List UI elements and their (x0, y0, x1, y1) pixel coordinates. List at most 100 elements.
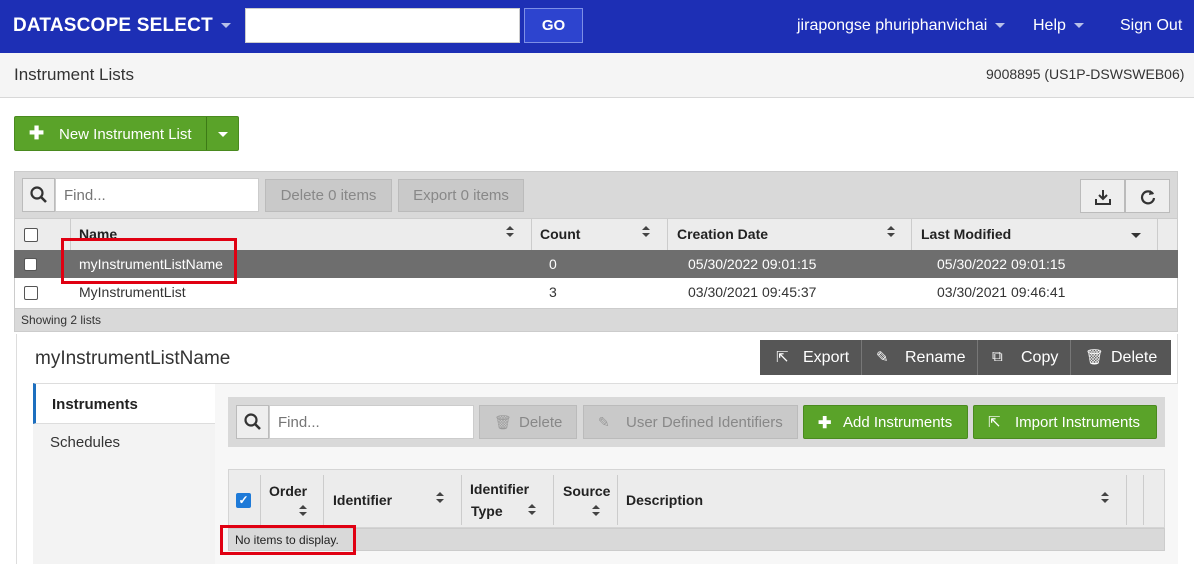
add-instruments-button[interactable]: ✚ Add Instruments (803, 405, 968, 439)
chevron-down-icon[interactable] (218, 132, 228, 137)
last-modified-cell: 05/30/2022 09:01:15 (937, 256, 1066, 272)
list-find-input[interactable] (55, 178, 259, 212)
empty-row (228, 528, 1165, 551)
help-label: Help (1033, 17, 1066, 34)
highlight-box (61, 238, 237, 284)
row-checkbox[interactable] (24, 286, 38, 300)
list-footer (14, 308, 1178, 332)
column-header-last-modified[interactable]: Last Modified (921, 226, 1011, 242)
tab-instruments[interactable]: Instruments (33, 383, 215, 424)
chevron-down-icon (995, 23, 1006, 29)
delete-button[interactable]: 🗑 Delete (1071, 340, 1171, 375)
select-all-checkbox[interactable] (24, 228, 38, 242)
divider (461, 475, 462, 525)
divider (206, 117, 207, 150)
column-header-count[interactable]: Count (540, 226, 580, 242)
new-instrument-list-button[interactable]: ✚ New Instrument List (14, 116, 239, 151)
divider (1126, 475, 1127, 525)
export-label: Export (803, 349, 850, 366)
select-all-checkbox[interactable]: ✓ (236, 493, 251, 508)
export-icon: ⇱ (776, 349, 789, 366)
column-header-creation-date[interactable]: Creation Date (677, 226, 768, 242)
import-instruments-button[interactable]: ⇱ Import Instruments (973, 405, 1157, 439)
divider (553, 475, 554, 525)
import-icon: ⇱ (988, 414, 1001, 431)
column-header-description[interactable]: Description (626, 492, 703, 508)
last-modified-cell: 03/30/2021 09:46:41 (937, 284, 1066, 300)
delete-instruments-label: Delete (519, 414, 563, 431)
rename-label: Rename (905, 349, 966, 366)
udi-label: User Defined Identifiers (626, 414, 783, 431)
export-items-button[interactable]: Export 0 items (398, 179, 524, 212)
user-name-label: jirapongse phuriphanvichai (797, 17, 988, 34)
user-menu[interactable]: jirapongse phuriphanvichai (797, 17, 1006, 35)
chevron-down-icon (220, 23, 231, 29)
divider (911, 219, 912, 250)
sort-icon[interactable] (1101, 492, 1109, 504)
divider (1143, 475, 1144, 525)
copy-label: Copy (1021, 349, 1059, 366)
refresh-icon[interactable] (1125, 179, 1170, 213)
creation-date-cell: 03/30/2021 09:45:37 (688, 284, 817, 300)
sort-icon[interactable] (299, 505, 307, 517)
divider (617, 475, 618, 525)
sort-icon[interactable] (506, 226, 514, 238)
sign-out-link[interactable]: Sign Out (1120, 17, 1182, 35)
plus-icon: ✚ (29, 123, 45, 143)
user-defined-identifiers-button[interactable]: ✎ User Defined Identifiers (583, 405, 798, 439)
column-header-identifier-type-line1[interactable]: Identifier (470, 481, 529, 497)
tab-label: Instruments (52, 396, 138, 413)
server-info: 9008895 (US1P-DSWSWEB06) (986, 66, 1185, 82)
go-button[interactable]: GO (524, 8, 583, 43)
column-header-source[interactable]: Source (563, 483, 610, 499)
detail-title: myInstrumentListName (35, 348, 231, 369)
chevron-down-icon (1073, 23, 1084, 29)
instrument-find-input[interactable] (269, 405, 474, 439)
column-header-identifier-type-line2[interactable]: Type (471, 503, 503, 519)
trash-icon: 🗑 (1085, 349, 1105, 366)
sort-descending-icon[interactable] (1131, 233, 1141, 238)
delete-items-button[interactable]: Delete 0 items (265, 179, 392, 212)
list-name-cell[interactable]: MyInstrumentList (79, 284, 186, 300)
delete-instruments-button[interactable]: 🗑 Delete (479, 405, 577, 439)
copy-button[interactable]: ⧉ Copy (978, 340, 1071, 375)
global-search-input[interactable] (245, 8, 520, 43)
tab-schedules[interactable]: Schedules (50, 434, 120, 451)
count-cell: 0 (549, 256, 557, 272)
delete-label: Delete (1111, 349, 1158, 366)
row-checkbox[interactable] (24, 258, 37, 271)
copy-icon: ⧉ (992, 348, 1003, 365)
edit-icon: ✎ (876, 349, 889, 366)
export-button[interactable]: ⇱ Export (760, 340, 862, 375)
divider (1157, 219, 1158, 250)
divider (323, 475, 324, 525)
new-list-label: New Instrument List (59, 126, 192, 143)
add-instruments-label: Add Instruments (843, 414, 953, 431)
rename-button[interactable]: ✎ Rename (862, 340, 978, 375)
column-header-order[interactable]: Order (269, 483, 307, 499)
column-header-identifier[interactable]: Identifier (333, 492, 392, 508)
highlight-box (220, 525, 356, 555)
sort-icon[interactable] (887, 226, 895, 238)
sort-icon[interactable] (528, 504, 536, 516)
page-title: Instrument Lists (14, 65, 134, 84)
download-icon[interactable] (1080, 179, 1125, 213)
brand-menu[interactable]: DATASCOPE SELECT (13, 15, 231, 37)
divider (260, 475, 261, 525)
help-menu[interactable]: Help (1033, 17, 1084, 35)
edit-icon: ✎ (598, 414, 610, 430)
divider (531, 219, 532, 250)
list-count-status: Showing 2 lists (21, 313, 102, 327)
search-icon[interactable] (236, 405, 269, 439)
trash-icon: 🗑 (494, 414, 512, 430)
count-cell: 3 (549, 284, 557, 300)
sort-icon[interactable] (642, 226, 650, 238)
creation-date-cell: 05/30/2022 09:01:15 (688, 256, 817, 272)
brand-label: DATASCOPE SELECT (13, 15, 213, 36)
sort-icon[interactable] (436, 492, 444, 504)
plus-icon: ✚ (818, 415, 832, 432)
import-instruments-label: Import Instruments (1015, 414, 1141, 431)
sort-icon[interactable] (592, 505, 600, 517)
divider (667, 219, 668, 250)
search-icon[interactable] (22, 178, 55, 212)
